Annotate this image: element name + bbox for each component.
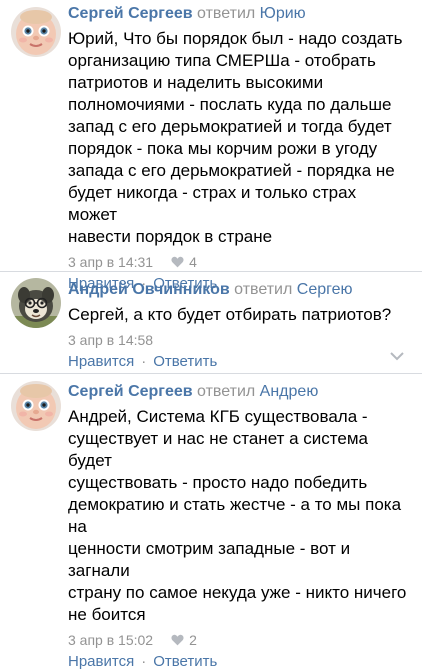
reply-button[interactable]: Ответить <box>153 652 217 672</box>
comment-text-line: Сергей, а кто будет отбирать патриотов? <box>68 305 392 324</box>
separator-dot: · <box>141 353 147 370</box>
comment-text-line: будет никогда - страх и только страх мож… <box>68 183 357 224</box>
comment-text-line: страну по самое некуда уже - никто ничег… <box>68 583 407 602</box>
like-count: 4 <box>171 254 197 270</box>
reply-target-link[interactable]: Андрею <box>260 383 319 400</box>
author-link[interactable]: Сергей Сергеев <box>68 383 193 400</box>
like-count-value: 4 <box>189 254 197 270</box>
like-button[interactable]: Нравится <box>68 652 134 672</box>
like-count-value: 2 <box>189 632 197 648</box>
reply-button[interactable]: Ответить <box>153 352 217 372</box>
comment-header: Сергей Сергеев ответил Андрею <box>68 381 408 403</box>
comment-text-line: существовать - просто надо победить <box>68 473 368 492</box>
avatar[interactable] <box>11 278 61 328</box>
reply-target-link[interactable]: Сергею <box>297 281 353 298</box>
comment-text-line: существует и нас не станет а система буд… <box>68 429 368 470</box>
comment-meta: 3 апр в 14:31 4 <box>68 253 408 271</box>
comment-text-line: не боится <box>68 605 146 624</box>
like-count: 2 <box>171 632 197 648</box>
comment-actions: Нравится · Ответить <box>68 352 408 372</box>
comment-text-line: порядок - пока мы корчим рожи в угоду <box>68 139 378 158</box>
comment-header: Сергей Сергеев ответил Юрию <box>68 3 408 25</box>
comment-text-line: ценности смотрим западные - вот и загнал… <box>68 539 351 580</box>
comment-meta: 3 апр в 14:58 <box>68 331 408 349</box>
author-link[interactable]: Андрей Овчинников <box>68 281 230 298</box>
comment-text-line: организацию типа СМЕРШа - отобрать <box>68 51 376 70</box>
comment-text-line: Андрей, Система КГБ существовала - <box>68 407 368 426</box>
avatar[interactable] <box>11 381 61 431</box>
comment-meta: 3 апр в 15:02 2 <box>68 631 408 649</box>
comment-text: Юрий, Что бы порядок был - надо создать … <box>68 28 408 248</box>
comment-date[interactable]: 3 апр в 14:58 <box>68 332 153 348</box>
avatar[interactable] <box>11 7 61 57</box>
comment-date[interactable]: 3 апр в 14:31 <box>68 254 153 270</box>
reply-verb: ответил <box>234 281 293 298</box>
divider <box>0 373 422 374</box>
chevron-down-icon[interactable] <box>390 352 404 361</box>
comment-text-line: демократию и стать жестче - а то мы пока… <box>68 495 402 536</box>
reply-target-link[interactable]: Юрию <box>260 5 306 22</box>
baby-face-avatar-icon <box>11 7 61 57</box>
author-link[interactable]: Сергей Сергеев <box>68 5 193 22</box>
comment-actions: Нравится · Ответить <box>68 652 408 672</box>
comment-text-line: навести порядок в стране <box>68 227 273 246</box>
comment-text: Андрей, Система КГБ существовала - сущес… <box>68 406 408 626</box>
baby-face-avatar-icon <box>11 381 61 431</box>
comment-text-line: патриотов и наделить высокими <box>68 73 324 92</box>
reply-verb: ответил <box>197 383 256 400</box>
comment-date[interactable]: 3 апр в 15:02 <box>68 632 153 648</box>
reply-verb: ответил <box>197 5 256 22</box>
comment-text-line: запад с его дерьмократией и тогда будет <box>68 117 392 136</box>
like-button[interactable]: Нравится <box>68 352 134 372</box>
comment-text: Сергей, а кто будет отбирать патриотов? <box>68 304 408 326</box>
comment-text-line: Юрий, Что бы порядок был - надо создать <box>68 29 403 48</box>
divider <box>0 271 422 272</box>
comment-text-line: запада с его дерьмократией - порядка не <box>68 161 395 180</box>
comment-text-line: полномочиями - послать куда по дальше <box>68 95 392 114</box>
separator-dot: · <box>141 653 147 670</box>
comment-header: Андрей Овчинников ответил Сергею <box>68 279 408 301</box>
dog-avatar-icon <box>11 278 61 328</box>
heart-icon <box>171 634 184 646</box>
heart-icon <box>171 256 184 268</box>
